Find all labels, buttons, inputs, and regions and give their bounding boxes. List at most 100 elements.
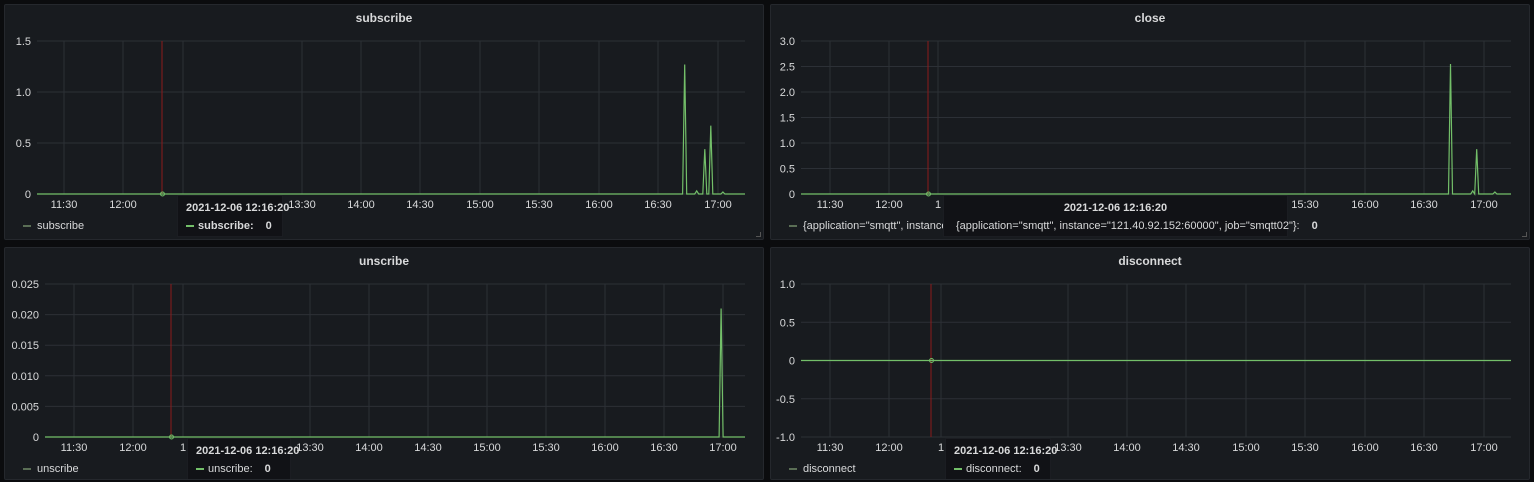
hover-tooltip: 2021-12-06 12:16:20 unscribe: 0 xyxy=(187,438,300,479)
hover-tooltip: 2021-12-06 12:16:20 {application="smqtt"… xyxy=(943,195,1318,237)
y-tick-label: 0.015 xyxy=(11,340,39,352)
y-tick-label: 0.020 xyxy=(11,310,39,322)
chart-disconnect[interactable]: 1.0 0.5 0 -0.5 -1.0 11:30 12:00 1 13:30 14:00 14:3… xyxy=(771,248,1530,480)
x-tick-label: 16:00 xyxy=(585,199,613,211)
tooltip-label: {application="smqtt", instance="121.40.9… xyxy=(956,220,1300,232)
x-tick-label: 17:00 xyxy=(1470,199,1498,211)
x-tick-label: 15:30 xyxy=(532,442,560,454)
y-tick-label: 0.010 xyxy=(11,371,39,383)
legend-label: disconnect xyxy=(803,463,856,475)
y-tick-label: 0 xyxy=(25,189,31,201)
hover-tooltip: 2021-12-06 12:16:20 disconnect: 0 xyxy=(945,438,1058,479)
tooltip-row: {application="smqtt", instance="121.40.9… xyxy=(952,220,1318,232)
y-tick-label: 2.0 xyxy=(780,87,795,99)
tooltip-row: disconnect: 0 xyxy=(954,463,1042,475)
tooltip-label: unscribe: xyxy=(208,463,253,475)
x-tick-label: 16:30 xyxy=(650,442,678,454)
tooltip-swatch xyxy=(186,225,194,227)
x-tick-label: 1 xyxy=(938,442,944,454)
x-tick-label: 11:30 xyxy=(51,199,78,211)
x-tick-label: 14:30 xyxy=(414,442,442,454)
chart-unscribe[interactable]: 0.025 0.020 0.015 0.010 0.005 0 11:30 12:00 1 13:… xyxy=(5,248,764,480)
x-tick-label: 15:30 xyxy=(1291,199,1319,211)
x-tick-label: 17:00 xyxy=(709,442,737,454)
y-tick-label: 2.5 xyxy=(780,62,795,74)
x-tick-label: 15:00 xyxy=(466,199,494,211)
legend-label: subscribe xyxy=(37,220,85,232)
x-tick-label: 17:00 xyxy=(704,199,732,211)
legend-item[interactable]: {application="smqtt", instance="1 xyxy=(789,220,964,232)
panel-close[interactable]: close 3.0 2.5 2.0 1.5 1.0 0.5 0 11:30 12:00 1 15:3… xyxy=(770,4,1530,240)
resize-handle[interactable] xyxy=(1522,232,1527,237)
x-tick-label: 13:30 xyxy=(288,199,316,211)
x-tick-label: 15:30 xyxy=(1291,442,1319,454)
x-tick-label: 11:30 xyxy=(817,442,844,454)
x-tick-label: 11:30 xyxy=(61,442,88,454)
tooltip-swatch xyxy=(954,468,962,470)
y-tick-label: 1.0 xyxy=(16,87,31,99)
legend-item[interactable]: unscribe xyxy=(23,463,79,475)
y-tick-label: 1.0 xyxy=(780,138,795,150)
x-tick-label: 11:30 xyxy=(817,199,844,211)
y-tick-label: 0 xyxy=(789,189,795,201)
x-tick-label: 16:30 xyxy=(1410,199,1438,211)
tooltip-time: 2021-12-06 12:16:20 xyxy=(196,445,300,457)
y-tick-label: 0.005 xyxy=(11,401,39,413)
tooltip-swatch xyxy=(196,468,204,470)
x-tick-label: 15:00 xyxy=(473,442,501,454)
legend-label: {application="smqtt", instance="1 xyxy=(803,220,964,232)
x-tick-label: 16:00 xyxy=(591,442,619,454)
panel-disconnect[interactable]: disconnect 1.0 0.5 0 -0.5 -1.0 11:30 12:00 1 13:… xyxy=(770,247,1530,480)
resize-handle[interactable] xyxy=(756,232,761,237)
legend-swatch xyxy=(23,468,31,470)
x-tick-label: 14:30 xyxy=(406,199,434,211)
x-tick-label: 12:00 xyxy=(875,199,903,211)
legend-swatch xyxy=(23,225,31,227)
y-tick-label: 0.5 xyxy=(780,317,795,329)
y-tick-label: 0 xyxy=(789,356,795,368)
y-tick-label: 1.5 xyxy=(16,36,31,48)
legend-item[interactable]: subscribe xyxy=(23,220,84,232)
hover-tooltip: 2021-12-06 12:16:20 subscribe: 0 xyxy=(177,195,289,237)
x-tick-label: 16:30 xyxy=(644,199,672,211)
legend-item[interactable]: disconnect xyxy=(789,463,856,475)
panel-unscribe[interactable]: unscribe 0.025 0.020 0.015 0.010 0.005 0 11:30… xyxy=(4,247,764,480)
x-tick-label: 15:00 xyxy=(1232,442,1260,454)
x-tick-label: 1 xyxy=(180,442,186,454)
x-tick-label: 15:30 xyxy=(525,199,553,211)
x-tick-label: 1 xyxy=(935,199,941,211)
series-line xyxy=(37,64,745,195)
y-tick-label: 0.025 xyxy=(11,279,39,291)
x-tick-label: 14:00 xyxy=(347,199,375,211)
tooltip-label: disconnect: xyxy=(966,463,1022,475)
y-tick-label: -0.5 xyxy=(776,394,795,406)
tooltip-row: subscribe: 0 xyxy=(186,220,274,232)
x-tick-label: 13:30 xyxy=(296,442,324,454)
chart-subscribe[interactable]: 1.51.00.5011:3012:00113:3014:0014:3015:0… xyxy=(5,5,764,240)
tooltip-value: 0 xyxy=(264,463,271,475)
tooltip-time: 2021-12-06 12:16:20 xyxy=(954,445,1058,457)
tooltip-row: unscribe: 0 xyxy=(196,463,282,475)
tooltip-value: 0 xyxy=(265,220,272,232)
x-tick-label: 16:30 xyxy=(1410,442,1438,454)
y-tick-label: 1.5 xyxy=(780,113,795,125)
y-tick-label: 3.0 xyxy=(780,36,795,48)
y-tick-label: 0 xyxy=(33,432,39,444)
legend-label: unscribe xyxy=(37,463,79,475)
tooltip-value: 0 xyxy=(1311,220,1318,232)
series-line xyxy=(45,308,745,438)
legend-swatch xyxy=(789,468,797,470)
y-tick-label: -1.0 xyxy=(776,432,795,444)
x-tick-label: 13:30 xyxy=(1054,442,1082,454)
x-tick-label: 17:00 xyxy=(1470,442,1498,454)
y-tick-label: 0.5 xyxy=(16,138,31,150)
y-tick-label: 0.5 xyxy=(780,164,795,176)
x-tick-label: 16:00 xyxy=(1351,442,1379,454)
panel-subscribe[interactable]: subscribe 1.51.00.5011:3012:00113:3014:0… xyxy=(4,4,764,240)
x-tick-label: 16:00 xyxy=(1351,199,1379,211)
y-tick-label: 1.0 xyxy=(780,279,795,291)
x-tick-label: 14:30 xyxy=(1172,442,1200,454)
x-tick-label: 12:00 xyxy=(875,442,903,454)
legend-swatch xyxy=(789,225,797,227)
series-line xyxy=(801,63,1511,196)
